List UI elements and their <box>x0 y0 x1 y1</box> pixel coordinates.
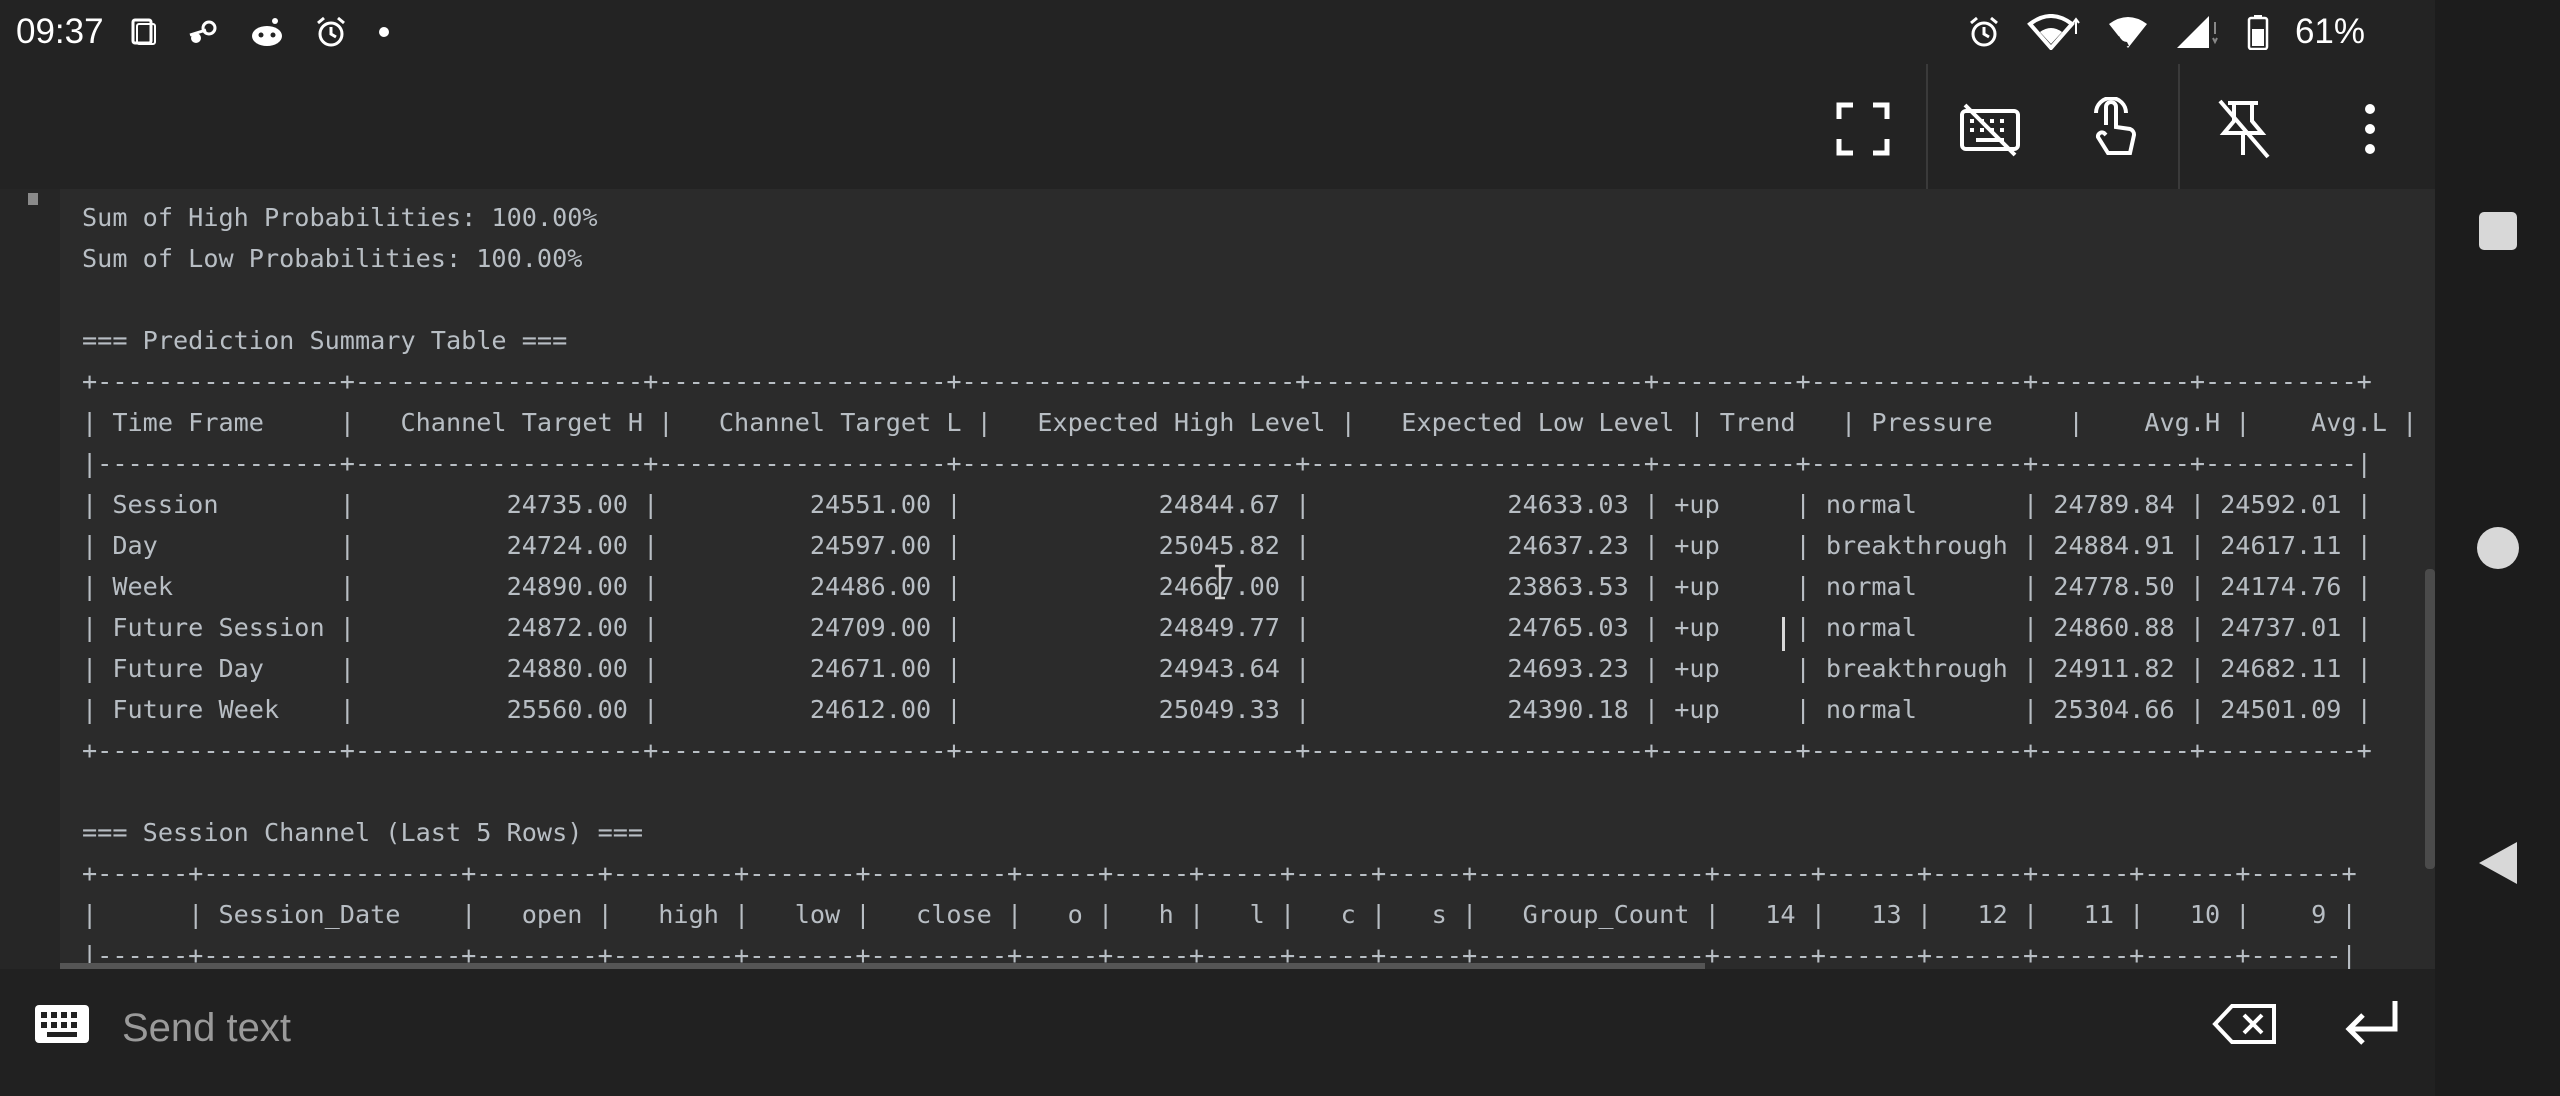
alarm-icon <box>1967 15 2001 49</box>
battery-percent: 61% <box>2294 12 2365 51</box>
console-line: Sum of Low Probabilities: 100.00% <box>82 244 583 273</box>
more-vertical-icon <box>2360 101 2380 157</box>
back-triangle-icon <box>2477 840 2519 886</box>
wifi-call-icon <box>2107 14 2149 50</box>
home-circle-icon <box>2475 525 2521 571</box>
console-line: === Session Channel (Last 5 Rows) === <box>82 818 644 847</box>
touch-icon <box>2086 97 2144 161</box>
send-text-input[interactable] <box>120 987 2084 1069</box>
toolbar <box>0 64 2435 189</box>
table-row: | Day | 24724.00 | 24597.00 | 25045.82 |… <box>82 531 2372 560</box>
console-output[interactable]: Sum of High Probabilities: 100.00% Sum of… <box>82 197 2417 969</box>
alarm-icon <box>314 15 348 49</box>
gutter-marker <box>28 193 38 205</box>
table-border-line: +----------------+-------------------+--… <box>82 367 2372 396</box>
editor-gutter <box>0 189 60 969</box>
toolbar-divider <box>2178 64 2180 189</box>
keyboard-icon <box>34 1004 90 1044</box>
status-right: 61% <box>1967 0 2365 64</box>
console-line: Sum of High Probabilities: 100.00% <box>82 203 598 232</box>
back-button[interactable] <box>2435 808 2560 918</box>
table-row: | Future Session | 24872.00 | 24709.00 |… <box>82 613 2372 642</box>
vertical-scrollbar[interactable] <box>2425 569 2435 869</box>
battery-icon <box>2247 14 2269 50</box>
keyboard-off-icon <box>1959 101 2021 157</box>
more-options-button[interactable] <box>2335 94 2405 164</box>
table-border-line: +------+-----------------+--------+-----… <box>82 859 2357 888</box>
table-header-row: | Time Frame | Channel Target H | Channe… <box>82 408 2418 437</box>
unpin-icon <box>2214 97 2272 161</box>
status-bar: 09:37 61% <box>0 0 2435 64</box>
send-text-bar <box>0 969 2435 1096</box>
table-row: | Future Week | 25560.00 | 24612.00 | 25… <box>82 695 2372 724</box>
fullscreen-button[interactable] <box>1828 94 1898 164</box>
status-left-icons <box>128 15 392 49</box>
backspace-button[interactable] <box>2210 999 2280 1049</box>
navigation-bar <box>2435 0 2560 1096</box>
table-row: | Week | 24890.00 | 24486.00 | 24667.00 … <box>82 572 2372 601</box>
touch-mode-button[interactable] <box>2080 94 2150 164</box>
table-border-line: +----------------+-------------------+--… <box>82 736 2372 765</box>
screenshot-icon <box>128 17 158 47</box>
recents-square-icon <box>2477 210 2519 252</box>
table-header-row: | | Session_Date | open | high | low | c… <box>82 900 2357 929</box>
hide-keyboard-button[interactable] <box>1955 94 2025 164</box>
text-caret <box>1782 617 1785 651</box>
enter-icon <box>2343 997 2401 1051</box>
keyboard-button[interactable] <box>30 1001 94 1047</box>
status-time: 09:37 <box>16 12 104 51</box>
recents-button[interactable] <box>2435 176 2560 286</box>
backspace-icon <box>2212 1002 2278 1046</box>
fullscreen-icon <box>1835 101 1891 157</box>
reddit-icon <box>248 16 286 48</box>
console-panel[interactable]: Sum of High Probabilities: 100.00% Sum of… <box>0 189 2435 969</box>
toolbar-divider <box>1926 64 1928 189</box>
enter-button[interactable] <box>2340 995 2404 1053</box>
unpin-button[interactable] <box>2208 94 2278 164</box>
table-row: | Session | 24735.00 | 24551.00 | 24844.… <box>82 490 2372 519</box>
table-border-line: |----------------+-------------------+--… <box>82 449 2372 478</box>
steam-icon <box>186 17 220 47</box>
mouse-ibeam-cursor <box>1213 564 1225 600</box>
wifi-icon <box>2027 14 2081 50</box>
console-line: === Prediction Summary Table === <box>82 326 568 355</box>
signal-icon <box>2175 14 2221 50</box>
home-button[interactable] <box>2435 493 2560 603</box>
table-row: | Future Day | 24880.00 | 24671.00 | 249… <box>82 654 2372 683</box>
notification-dot-icon <box>376 24 392 40</box>
